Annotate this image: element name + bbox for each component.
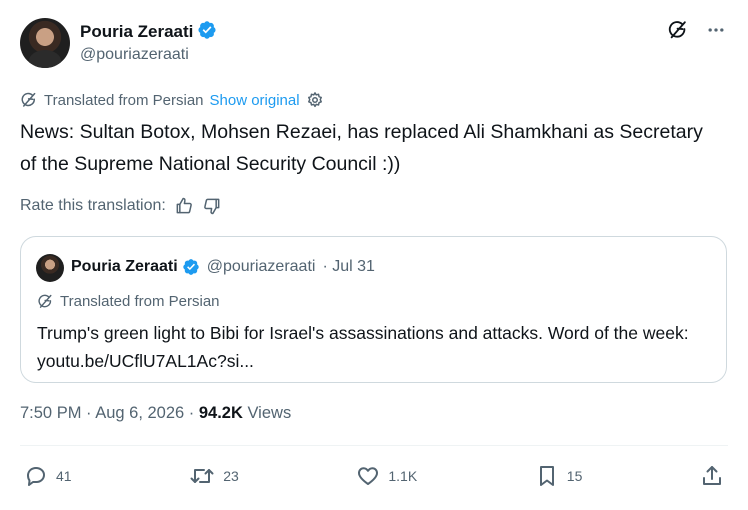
bookmark-button[interactable]: 15	[535, 464, 583, 488]
reply-count: 41	[56, 468, 72, 484]
like-button[interactable]: 1.1K	[356, 464, 417, 488]
grok-translate-icon[interactable]	[666, 18, 690, 42]
author-name[interactable]: Pouria Zeraati	[80, 20, 217, 42]
tweet-time[interactable]: 7:50 PM · Aug 6, 2026 ·	[20, 404, 199, 422]
translate-icon	[21, 92, 36, 107]
share-icon	[702, 466, 721, 485]
quoted-tweet[interactable]: Pouria Zeraati @pouriazeraati · Jul 31 T…	[20, 236, 727, 383]
rate-translation-label: Rate this translation:	[20, 197, 166, 214]
repost-icon	[190, 469, 214, 483]
quoted-tweet-header: Pouria Zeraati @pouriazeraati · Jul 31	[71, 258, 375, 276]
share-button[interactable]	[700, 464, 724, 488]
more-options-icon[interactable]	[704, 18, 728, 42]
bookmark-icon	[539, 466, 554, 486]
tweet-timestamp: 7:50 PM · Aug 6, 2026 · 94.2K Views	[20, 404, 291, 423]
author-name-text[interactable]: Pouria Zeraati	[80, 22, 193, 41]
repost-button[interactable]: 23	[189, 464, 239, 488]
views-count: 94.2K	[198, 404, 243, 422]
heart-icon	[358, 467, 379, 485]
settings-gear-icon[interactable]	[306, 91, 324, 109]
quoted-author-name: Pouria Zeraati	[71, 258, 178, 275]
divider	[20, 445, 728, 446]
bookmark-count: 15	[566, 468, 583, 484]
rate-translation: Rate this translation:	[20, 196, 222, 216]
quoted-translated-label: Translated from Persian	[60, 293, 220, 310]
thumbs-up-icon[interactable]	[174, 196, 194, 216]
author-handle[interactable]: @pouriazeraati	[80, 46, 189, 64]
quoted-author-avatar	[36, 254, 64, 282]
reply-button[interactable]: 41	[24, 464, 72, 488]
quoted-tweet-date: · Jul 31	[322, 258, 375, 275]
translation-notice: Translated from Persian Show original	[20, 91, 324, 109]
action-bar: 41 23 1.1K 15	[24, 464, 724, 488]
repost-count: 23	[223, 468, 239, 484]
reply-icon	[27, 467, 45, 486]
quoted-tweet-text: Trump's green light to Bibi for Israel's…	[37, 323, 689, 371]
quoted-author-handle: @pouriazeraati	[206, 258, 316, 275]
translated-from-label: Translated from Persian	[44, 91, 204, 109]
like-count: 1.1K	[388, 468, 418, 484]
show-original-link[interactable]: Show original	[210, 92, 300, 109]
thumbs-down-icon[interactable]	[202, 196, 222, 216]
quoted-translation-notice: Translated from Persian	[37, 293, 220, 310]
author-avatar[interactable]	[20, 18, 70, 68]
tweet-text: News: Sultan Botox, Mohsen Rezaei, has r…	[20, 121, 703, 175]
quoted-verified-badge-icon	[183, 259, 199, 275]
verified-badge-icon	[198, 21, 216, 39]
quoted-translate-icon	[38, 294, 52, 308]
views-label: Views	[242, 404, 292, 422]
